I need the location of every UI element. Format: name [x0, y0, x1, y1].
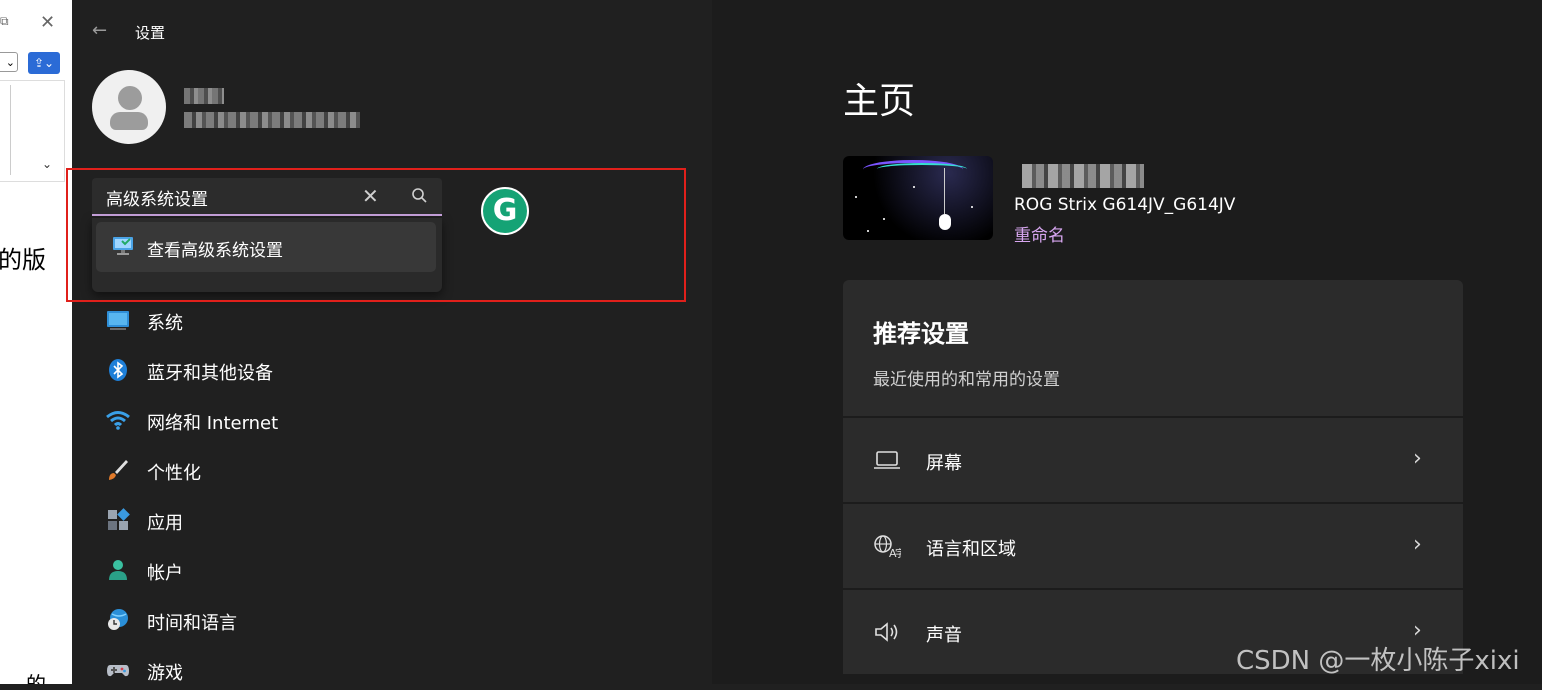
nav-item-gaming[interactable]: 游戏	[102, 650, 662, 690]
avatar-body	[110, 112, 148, 130]
share-button[interactable]: ⇪⌄	[28, 52, 60, 74]
svg-text:字: 字	[895, 547, 901, 558]
csdn-watermark: CSDN @一枚小陈子xixi	[1236, 646, 1520, 676]
document-text-fragment: 的版	[0, 246, 46, 274]
wallpaper-astronaut	[939, 214, 951, 230]
gamepad-icon	[107, 665, 129, 677]
device-wallpaper-thumbnail[interactable]	[843, 156, 993, 240]
monitor-icon	[107, 311, 129, 330]
nav-label: 个性化	[147, 463, 201, 484]
wallpaper-star	[855, 196, 857, 198]
wallpaper-star	[883, 218, 885, 220]
chevron-down-icon[interactable]: ⌄	[42, 157, 52, 171]
window-title: 设置	[135, 24, 166, 42]
laptop-icon	[874, 451, 900, 469]
recommended-item-label: 屏幕	[926, 453, 962, 474]
nav-item-accounts[interactable]: 帐户	[102, 550, 662, 590]
account-icon	[109, 560, 127, 580]
apps-icon	[108, 508, 130, 530]
device-name-redacted	[1022, 164, 1144, 188]
nav-item-time-language[interactable]: 时间和语言	[102, 600, 662, 640]
document-text-fragment-bottom: 的	[26, 672, 46, 684]
page-title: 主页	[843, 81, 916, 122]
wallpaper-rope	[944, 168, 945, 214]
nav-item-bluetooth[interactable]: 蓝牙和其他设备	[102, 350, 662, 390]
device-model: ROG Strix G614JV_G614JV	[1014, 195, 1236, 215]
nav-label: 时间和语言	[147, 613, 237, 634]
wifi-icon	[106, 411, 130, 430]
chevron-right-icon: ›	[1413, 532, 1422, 557]
nav-item-apps[interactable]: 应用	[102, 500, 662, 540]
recommended-item-label: 语言和区域	[926, 539, 1016, 560]
nav-label: 网络和 Internet	[147, 413, 279, 434]
nav-item-network[interactable]: 网络和 Internet	[102, 400, 662, 440]
nav-item-personalization[interactable]: 个性化	[102, 450, 662, 490]
wallpaper-star	[867, 230, 869, 232]
nav-item-system[interactable]: 系统	[102, 300, 662, 340]
nav-label: 帐户	[147, 563, 183, 584]
recommended-title: 推荐设置	[873, 320, 969, 348]
recommended-settings-card: 推荐设置 最近使用的和常用的设置	[843, 280, 1463, 416]
bluetooth-icon	[109, 359, 127, 381]
recommended-item-label: 声音	[926, 625, 962, 646]
speaker-icon	[875, 622, 898, 642]
panel-divider	[10, 85, 11, 175]
font-size-dropdown[interactable]: ⌄	[0, 52, 18, 72]
back-arrow-icon[interactable]: ←	[92, 20, 107, 41]
ribbon-panel: ⌄	[0, 80, 65, 182]
recommended-subtitle: 最近使用的和常用的设置	[873, 370, 1060, 390]
wallpaper-wave	[877, 163, 967, 175]
user-name-redacted	[184, 88, 224, 104]
background-window: ⧉ ✕ ⌄ ⇪⌄ ⌄ 的版 的	[0, 0, 72, 684]
annotation-highlight-box	[66, 168, 686, 302]
avatar[interactable]	[92, 70, 166, 144]
user-email-redacted	[184, 112, 360, 128]
chevron-right-icon: ›	[1413, 446, 1422, 471]
close-icon[interactable]: ✕	[40, 12, 55, 33]
language-icon: A 字	[874, 535, 901, 558]
nav-label: 系统	[147, 313, 183, 334]
wallpaper-star	[913, 186, 915, 188]
restore-icon[interactable]: ⧉	[0, 14, 9, 29]
recommended-item-display[interactable]: 屏幕 ›	[843, 418, 1463, 502]
nav-label: 应用	[147, 513, 183, 534]
nav-label: 游戏	[147, 663, 183, 684]
nav-label: 蓝牙和其他设备	[147, 363, 273, 384]
clock-globe-icon	[108, 609, 128, 630]
rename-link[interactable]: 重命名	[1014, 221, 1065, 246]
recommended-item-language[interactable]: A 字 语言和区域 ›	[843, 504, 1463, 588]
brush-icon	[109, 460, 128, 480]
wallpaper-star	[971, 206, 973, 208]
avatar-head	[118, 86, 142, 110]
